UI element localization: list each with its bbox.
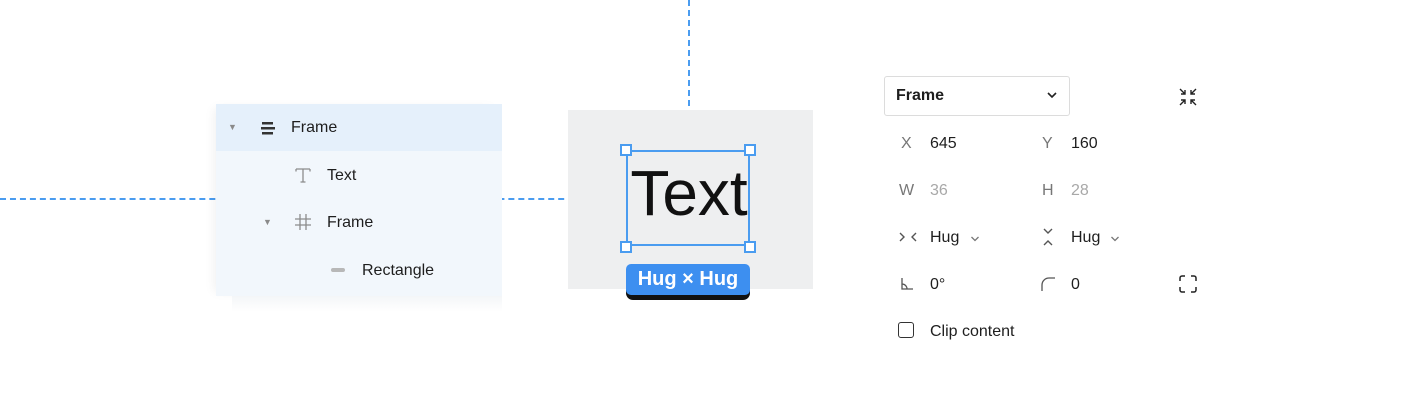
rotation-icon (898, 275, 916, 293)
layer-label: Frame (327, 214, 374, 231)
corner-radius-input[interactable]: 0 (1071, 276, 1080, 294)
layer-label: Text (327, 167, 357, 184)
clip-content-label: Clip content (930, 323, 1015, 340)
collapse-icon[interactable] (1176, 85, 1200, 109)
rotation-input[interactable]: 0° (930, 276, 945, 294)
layer-label: Rectangle (362, 262, 435, 279)
y-label: Y (1042, 135, 1053, 152)
horizontal-resizing-select[interactable]: Hug (930, 229, 959, 247)
x-input[interactable]: 645 (930, 135, 957, 153)
vertical-resizing-select[interactable]: Hug (1071, 229, 1100, 247)
y-input[interactable]: 160 (1071, 135, 1098, 153)
resize-handle-bottom-right[interactable] (744, 241, 756, 253)
w-input[interactable]: 36 (930, 182, 948, 200)
horizontal-resizing-icon (897, 229, 919, 245)
vertical-resizing-icon (1040, 226, 1056, 248)
x-label: X (901, 135, 912, 152)
w-label: W (899, 182, 915, 199)
chevron-down-icon[interactable] (969, 232, 981, 250)
resize-handle-bottom-left[interactable] (620, 241, 632, 253)
text-icon (293, 165, 313, 185)
independent-corners-icon[interactable] (1177, 273, 1199, 295)
h-label: H (1042, 182, 1054, 199)
expand-caret-icon[interactable]: ▼ (263, 217, 272, 227)
layer-row-text[interactable]: Text (216, 152, 502, 199)
chevron-down-icon[interactable] (1109, 232, 1121, 250)
auto-layout-icon (258, 118, 278, 138)
size-badge-label: Hug × Hug (626, 264, 750, 295)
resize-handle-top-right[interactable] (744, 144, 756, 156)
frame-type-select[interactable]: Frame (884, 76, 1070, 116)
frame-type-label: Frame (896, 87, 945, 104)
layer-row-frame[interactable]: ▼ Frame (216, 104, 502, 151)
layers-panel: ▼ Frame Text ▼ Frame Rectangle (216, 104, 502, 296)
panel-shadow (232, 296, 502, 312)
chevron-down-icon (1045, 88, 1059, 107)
corner-radius-icon (1039, 275, 1057, 293)
rectangle-icon (328, 260, 348, 280)
layer-row-rectangle[interactable]: Rectangle (216, 247, 502, 294)
resize-handle-top-left[interactable] (620, 144, 632, 156)
clip-content-checkbox[interactable] (898, 322, 914, 338)
layer-label: Frame (291, 119, 338, 136)
size-badge: Hug × Hug (626, 264, 750, 300)
selection-box[interactable] (626, 150, 750, 246)
expand-caret-icon[interactable]: ▼ (228, 122, 237, 132)
frame-hash-icon (293, 212, 313, 232)
h-input[interactable]: 28 (1071, 182, 1089, 200)
layer-row-frame-nested[interactable]: ▼ Frame (216, 199, 502, 246)
